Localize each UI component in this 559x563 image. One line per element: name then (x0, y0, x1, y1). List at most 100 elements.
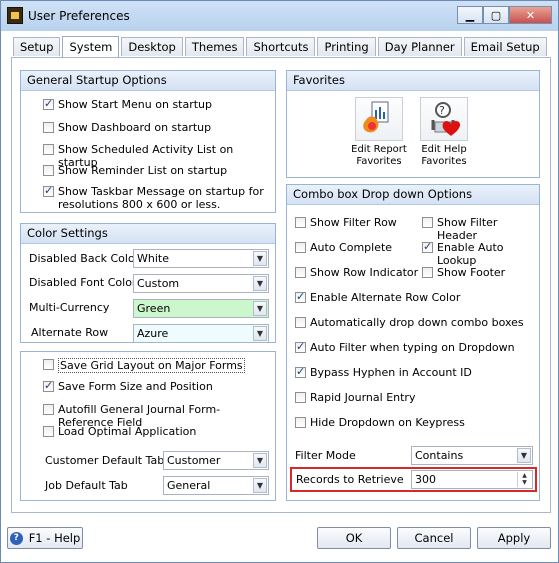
rapid-journal-entry-checkbox[interactable]: Rapid Journal Entry (295, 391, 415, 404)
apply-button-label: Apply (497, 531, 531, 545)
checkbox-box[interactable] (422, 217, 433, 228)
checkbox-box[interactable] (295, 340, 306, 353)
checkbox-box[interactable] (295, 290, 306, 303)
checkbox-box[interactable] (43, 359, 54, 370)
checkbox-label: Enable Auto Lookup (437, 241, 504, 267)
disabled-back-color-combo[interactable]: White ▼ (133, 249, 269, 268)
edit-help-favorites-button[interactable]: ? (420, 97, 468, 141)
hide-dropdown-keypress-checkbox[interactable]: Hide Dropdown on Keypress (295, 416, 465, 429)
checkbox-label-line-2: resolutions 800 x 600 or less. (58, 198, 221, 211)
spinner-arrows-icon[interactable]: ▲ ▼ (517, 472, 531, 487)
customer-default-tab-combo[interactable]: Customer ▼ (163, 451, 269, 470)
help-icon: ? (9, 531, 23, 545)
show-filter-header-checkbox[interactable]: Show Filter Header (422, 216, 539, 242)
show-footer-checkbox[interactable]: Show Footer (422, 266, 505, 279)
chevron-down-icon[interactable]: ▼ (253, 276, 267, 291)
checkbox-label: Show Start Menu on startup (58, 98, 213, 111)
chevron-down-icon[interactable]: ▼ (253, 301, 267, 316)
checkbox-box[interactable] (422, 240, 433, 253)
tab-day-planner[interactable]: Day Planner (377, 37, 462, 56)
checkbox-box[interactable] (295, 242, 306, 253)
edit-help-label-1: Edit Help (421, 144, 467, 155)
show-filter-row-checkbox[interactable]: Show Filter Row (295, 216, 397, 229)
disabled-font-color-label: Disabled Font Color (29, 276, 137, 289)
edit-report-favorites-button[interactable] (355, 97, 403, 141)
checkbox-box[interactable] (43, 122, 54, 133)
checkbox-box[interactable] (295, 365, 306, 378)
checkbox-box[interactable] (295, 392, 306, 403)
tab-system[interactable]: System (62, 36, 120, 57)
show-dashboard-checkbox[interactable]: Show Dashboard on startup (43, 121, 211, 134)
combo-value: Contains (415, 449, 464, 462)
save-grid-layout-checkbox[interactable]: Save Grid Layout on Major Forms (43, 358, 245, 373)
group-title: General Startup Options (21, 71, 275, 91)
show-start-menu-checkbox[interactable]: Show Start Menu on startup (43, 97, 213, 111)
chevron-down-icon[interactable]: ▼ (253, 251, 267, 266)
checkbox-box[interactable] (43, 379, 54, 392)
checkbox-box[interactable] (43, 404, 54, 415)
auto-drop-down-checkbox[interactable]: Automatically drop down combo boxes (295, 316, 524, 329)
startup-options-group: General Startup Options Show Start Menu … (20, 70, 276, 213)
checkbox-box[interactable] (295, 417, 306, 428)
checkbox-box[interactable] (295, 267, 306, 278)
tab-desktop[interactable]: Desktop (121, 37, 183, 56)
bypass-hyphen-checkbox[interactable]: Bypass Hyphen in Account ID (295, 365, 472, 379)
apply-button[interactable]: Apply (477, 527, 551, 549)
checkbox-label: Auto Complete (310, 241, 393, 254)
enable-auto-lookup-checkbox[interactable]: Enable Auto Lookup (422, 240, 539, 267)
tab-themes[interactable]: Themes (184, 37, 245, 56)
close-button[interactable]: ✕ (509, 6, 552, 24)
auto-filter-typing-checkbox[interactable]: Auto Filter when typing on Dropdown (295, 340, 515, 354)
maximize-button[interactable]: ▢ (483, 6, 509, 24)
help-button-label: F1 - Help (28, 531, 81, 545)
chevron-down-icon[interactable]: ▼ (253, 326, 267, 341)
checkbox-box[interactable] (295, 317, 306, 328)
title-bar[interactable]: User Preferences ▁ ▢ ✕ (1, 1, 558, 31)
checkbox-label: Show Taskbar Message on startup for (58, 185, 264, 198)
checkbox-box[interactable] (43, 97, 54, 110)
group-title: Favorites (287, 71, 539, 91)
show-taskbar-message-checkbox[interactable]: Show Taskbar Message on startup for reso… (43, 184, 264, 211)
checkbox-box[interactable] (295, 217, 306, 228)
tab-email-setup[interactable]: Email Setup (463, 37, 547, 56)
job-default-tab-combo[interactable]: General ▼ (163, 476, 269, 495)
tab-printing[interactable]: Printing (317, 37, 376, 56)
checkbox-label: Hide Dropdown on Keypress (310, 416, 465, 429)
favorites-group: Favorites Edit Report Favorites ? Edit H… (286, 70, 540, 178)
checkbox-box[interactable] (43, 426, 54, 437)
save-form-size-checkbox[interactable]: Save Form Size and Position (43, 379, 213, 393)
minimize-button[interactable]: ▁ (457, 6, 483, 24)
load-optimal-application-checkbox[interactable]: Load Optimal Application (43, 425, 196, 438)
show-reminder-list-checkbox[interactable]: Show Reminder List on startup (43, 164, 227, 177)
filter-mode-combo[interactable]: Contains ▼ (411, 446, 533, 465)
combo-value: Azure (137, 327, 169, 340)
chevron-down-icon[interactable]: ▼ (253, 478, 267, 493)
help-button[interactable]: ? F1 - Help (7, 527, 83, 549)
checkbox-box[interactable] (422, 267, 433, 278)
close-icon: ✕ (525, 8, 536, 22)
checkbox-label: Show Row Indicator (310, 266, 419, 279)
checkbox-label: Show Filter Row (310, 216, 397, 229)
checkbox-label: Save Grid Layout on Major Forms (58, 358, 245, 373)
chevron-down-icon[interactable]: ▼ (517, 448, 531, 463)
checkbox-label: Save Form Size and Position (58, 380, 213, 393)
checkbox-box[interactable] (43, 165, 54, 176)
checkbox-label: Rapid Journal Entry (310, 391, 416, 404)
ok-button[interactable]: OK (317, 527, 391, 549)
enable-alternate-row-color-checkbox[interactable]: Enable Alternate Row Color (295, 290, 460, 304)
records-to-retrieve-spinner[interactable]: 300 ▲ ▼ (411, 470, 533, 489)
auto-complete-checkbox[interactable]: Auto Complete (295, 241, 392, 254)
disabled-font-color-combo[interactable]: Custom ▼ (133, 274, 269, 293)
alternate-row-combo[interactable]: Azure ▼ (133, 324, 269, 343)
chevron-down-icon[interactable]: ▼ (253, 453, 267, 468)
show-row-indicator-checkbox[interactable]: Show Row Indicator (295, 266, 418, 279)
cancel-button[interactable]: Cancel (397, 527, 471, 549)
checkbox-box[interactable] (43, 144, 54, 155)
tab-setup[interactable]: Setup (13, 37, 61, 56)
checkbox-label: Show Filter Header (437, 216, 498, 242)
window-title: User Preferences (28, 9, 130, 23)
multi-currency-combo[interactable]: Green ▼ (133, 299, 269, 318)
checkbox-box[interactable] (43, 184, 54, 197)
tab-shortcuts[interactable]: Shortcuts (246, 37, 316, 56)
group-title: Combo box Drop down Options (287, 185, 539, 205)
